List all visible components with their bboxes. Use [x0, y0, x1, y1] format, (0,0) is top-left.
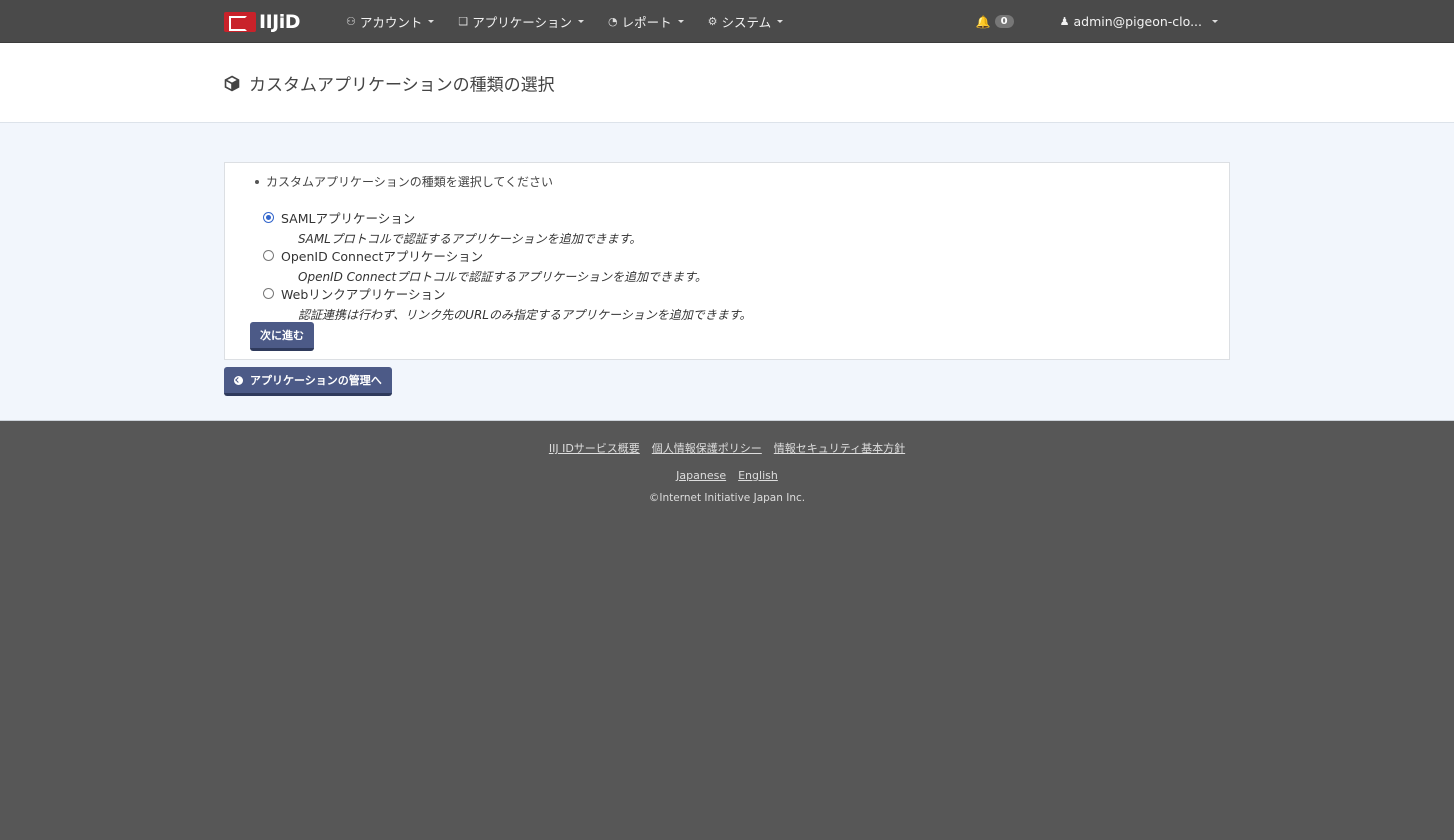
- footer-link-service-overview[interactable]: IIJ IDサービス概要: [549, 440, 640, 456]
- page-header: カスタムアプリケーションの種類の選択: [0, 43, 1454, 123]
- app-type-panel: カスタムアプリケーションの種類を選択してください SAMLアプリケーション SA…: [224, 162, 1230, 360]
- radio-weblink[interactable]: [263, 288, 274, 299]
- nav-menu-account[interactable]: ⚇ アカウント: [334, 0, 446, 43]
- nav-menu-application-label: アプリケーション: [472, 15, 573, 30]
- nav-menu-report-label: レポート: [621, 15, 672, 30]
- footer-link-security-policy[interactable]: 情報セキュリティ基本方針: [774, 440, 905, 456]
- caret-down-icon: [578, 20, 585, 23]
- bell-icon: 🔔: [975, 14, 991, 29]
- user-icon: ♟: [1059, 15, 1070, 28]
- caret-down-icon: [677, 20, 684, 23]
- nav-menu-system[interactable]: ⚙ システム: [696, 0, 796, 43]
- option-oidc-label[interactable]: OpenID Connectアプリケーション: [281, 246, 483, 265]
- caret-down-icon: [777, 20, 784, 23]
- nav-menu-account-label: アカウント: [359, 15, 423, 30]
- radio-oidc[interactable]: [263, 250, 274, 261]
- back-button-label: アプリケーションの管理へ: [250, 374, 382, 387]
- user-label: admin@pigeon-clo...: [1073, 14, 1202, 29]
- next-button[interactable]: 次に進む: [250, 322, 314, 351]
- cube-icon: ❑: [458, 15, 469, 28]
- top-navbar: IIJiD ⚇ アカウント ❑ アプリケーション ◔ レポート ⚙ システム 🔔…: [0, 0, 1454, 43]
- nav-menu-system-label: システム: [721, 15, 772, 30]
- caret-down-icon: [1212, 20, 1218, 23]
- option-oidc-description: OpenID Connectプロトコルで認証するアプリケーションを追加できます。: [298, 270, 707, 284]
- cube-icon: [224, 75, 240, 91]
- option-weblink: Webリンクアプリケーション 認証連携は行わず、リンク先のURLのみ指定するアプ…: [263, 284, 752, 323]
- nav-menu-report[interactable]: ◔ レポート: [596, 0, 696, 43]
- caret-down-icon: [428, 20, 435, 23]
- notifications-button[interactable]: 🔔 0: [964, 0, 1026, 43]
- option-saml-description: SAMLプロトコルで認証するアプリケーションを追加できます。: [298, 232, 642, 246]
- option-weblink-label[interactable]: Webリンクアプリケーション: [281, 284, 446, 303]
- option-weblink-description: 認証連携は行わず、リンク先のURLのみ指定するアプリケーションを追加できます。: [298, 308, 752, 322]
- page-title-text: カスタムアプリケーションの種類の選択: [249, 75, 555, 96]
- page-title: カスタムアプリケーションの種類の選択: [224, 71, 555, 96]
- nav-menu-application[interactable]: ❑ アプリケーション: [446, 0, 596, 43]
- copyright-text: ©Internet Initiative Japan Inc.: [648, 492, 806, 504]
- users-icon: ⚇: [346, 15, 356, 28]
- language-english-link[interactable]: English: [738, 469, 778, 482]
- instruction-label: カスタムアプリケーションの種類を選択してください: [266, 175, 554, 189]
- user-menu[interactable]: ♟ admin@pigeon-clo...: [1048, 0, 1230, 43]
- main-content: カスタムアプリケーションの種類を選択してください SAMLアプリケーション SA…: [0, 123, 1454, 421]
- footer-link-privacy-policy[interactable]: 個人情報保護ポリシー: [652, 440, 762, 456]
- circle-arrow-left-icon: [234, 375, 243, 385]
- gear-icon: ⚙: [707, 15, 718, 28]
- radio-saml[interactable]: [263, 212, 274, 223]
- instruction-text: カスタムアプリケーションの種類を選択してください: [255, 173, 553, 190]
- logo-mark-icon: [224, 11, 256, 32]
- footer: IIJ IDサービス概要 個人情報保護ポリシー 情報セキュリティ基本方針 Jap…: [0, 421, 1454, 504]
- notifications-badge: 0: [994, 15, 1014, 28]
- iijid-logo[interactable]: IIJiD: [224, 10, 301, 33]
- pie-chart-icon: ◔: [608, 15, 618, 28]
- option-saml: SAMLアプリケーション SAMLプロトコルで認証するアプリケーションを追加でき…: [263, 208, 641, 247]
- bullet-icon: [255, 179, 259, 184]
- back-to-applications-button[interactable]: アプリケーションの管理へ: [224, 367, 392, 396]
- option-saml-label[interactable]: SAMLアプリケーション: [281, 208, 415, 227]
- option-oidc: OpenID Connectアプリケーション OpenID Connectプロト…: [263, 246, 707, 285]
- language-japanese-link[interactable]: Japanese: [676, 469, 726, 482]
- logo-text: IIJiD: [259, 10, 301, 33]
